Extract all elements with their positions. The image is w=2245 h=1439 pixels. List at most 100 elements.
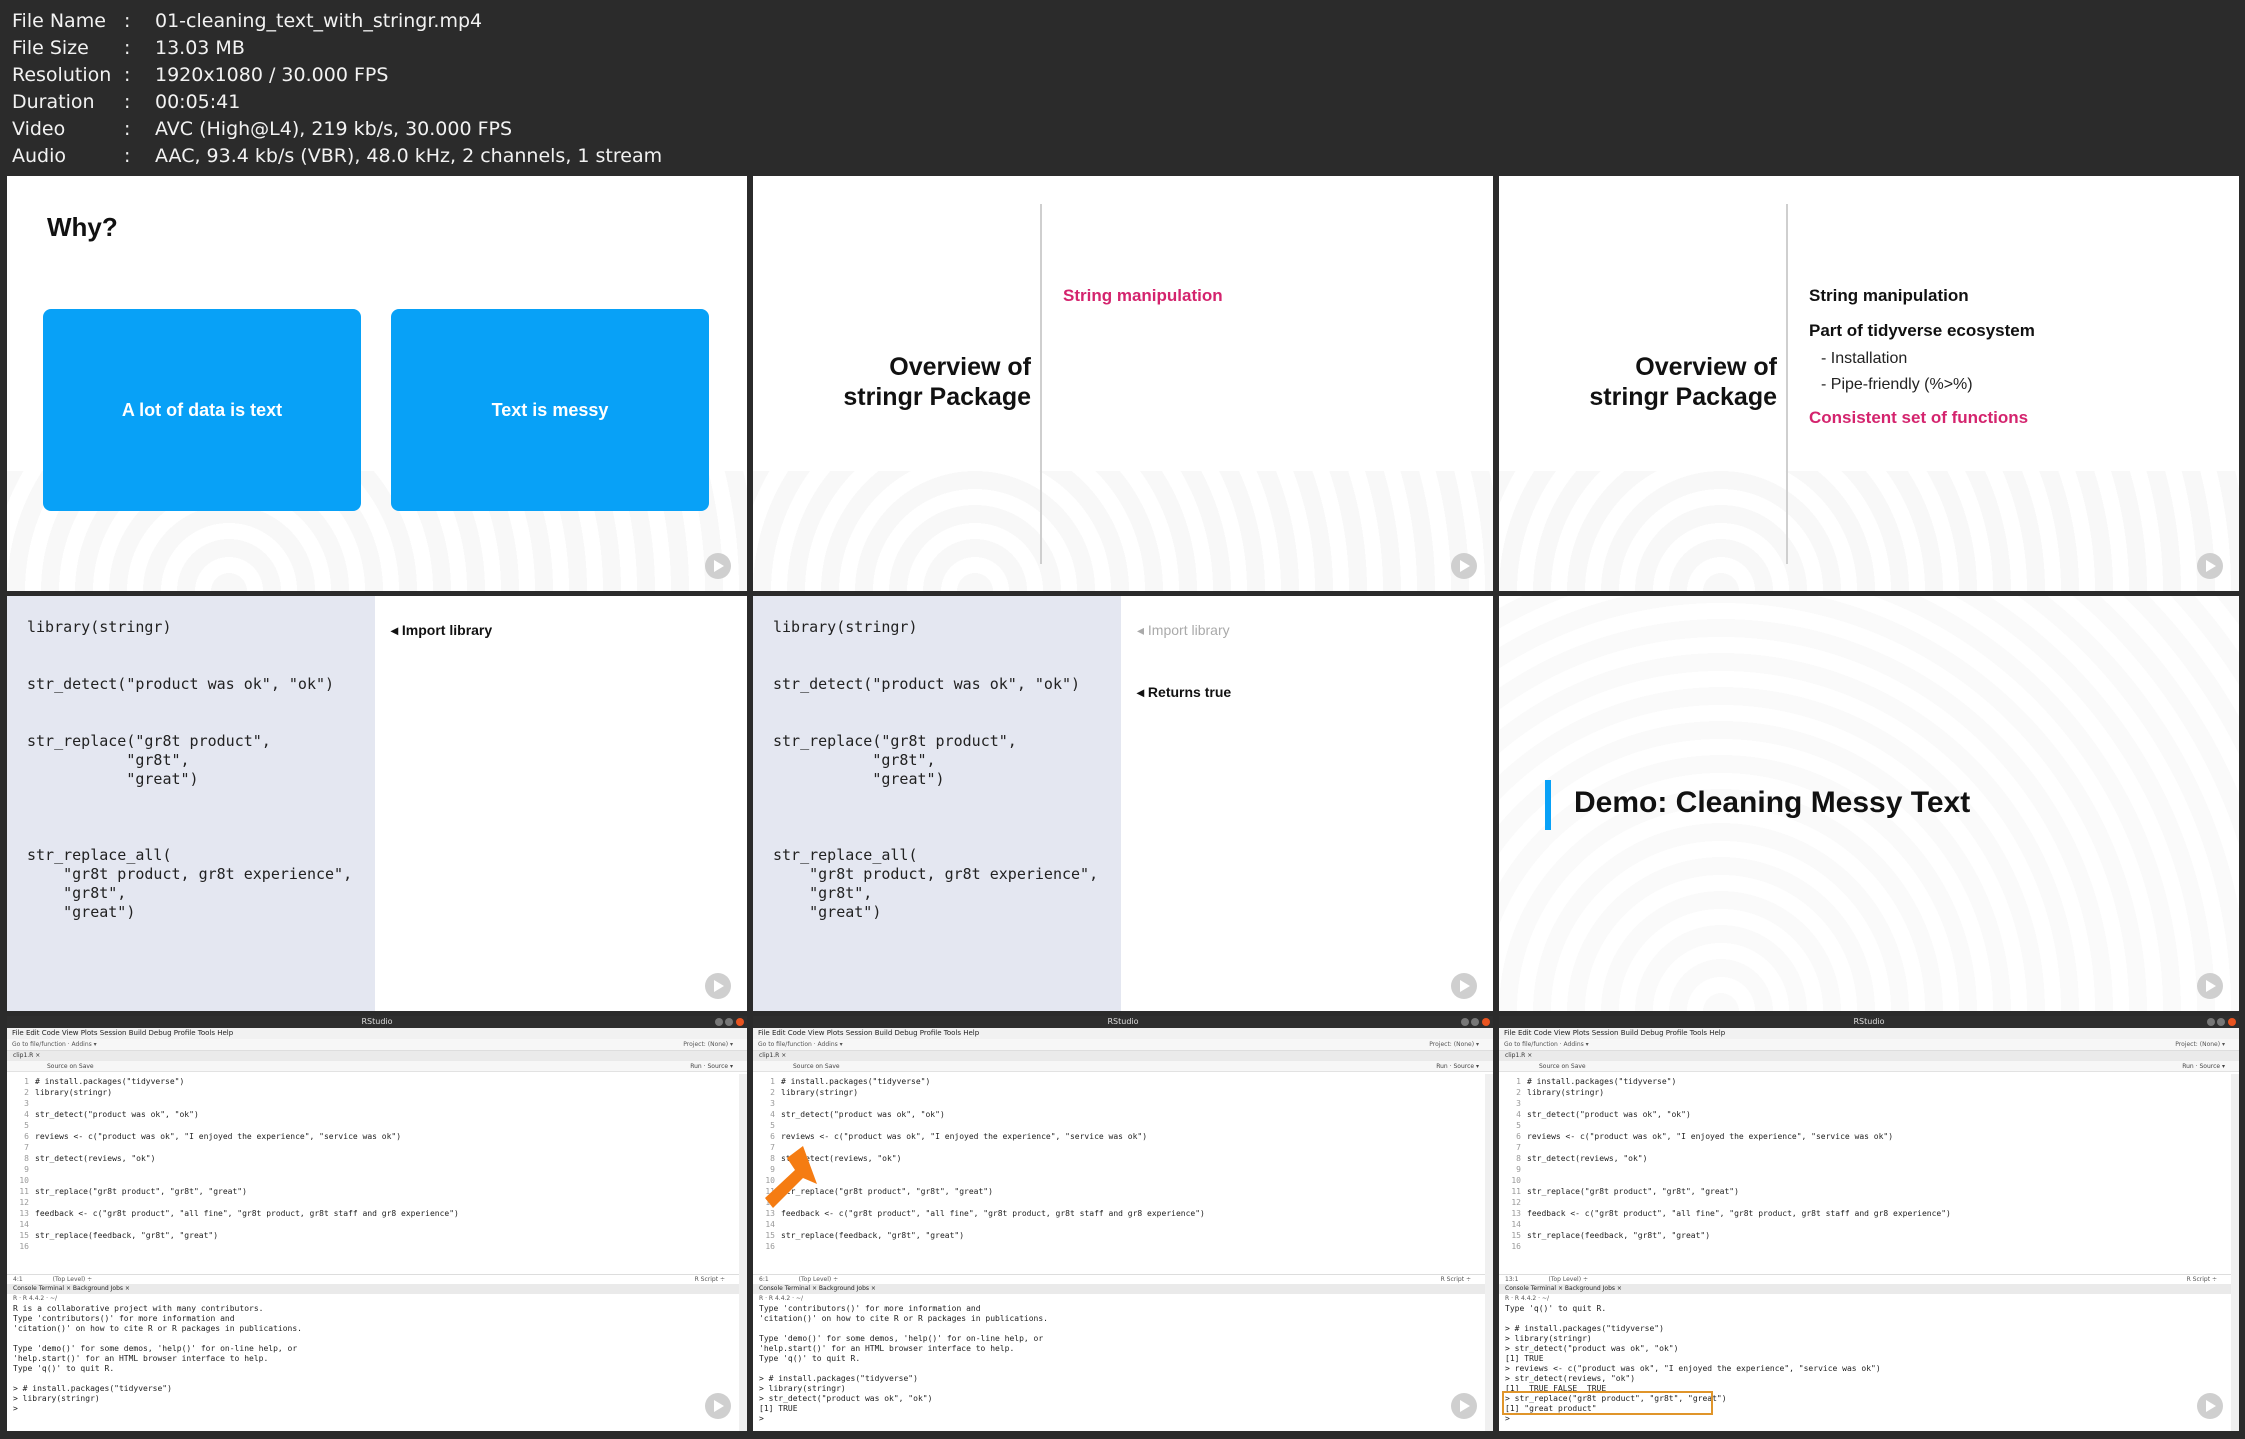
thumb-demo: Demo: Cleaning Messy Text bbox=[1499, 596, 2239, 1011]
project-menu[interactable]: Project: (None) ▾ bbox=[1429, 1039, 1493, 1051]
code-line[interactable]: str_detect("product was ok", "ok") bbox=[1527, 1109, 1691, 1120]
minimize-icon[interactable] bbox=[715, 1018, 723, 1026]
background-pattern bbox=[753, 471, 1493, 591]
console-output[interactable]: R is a collaborative project with many c… bbox=[7, 1304, 739, 1431]
code-line[interactable]: str_replace(feedback, "gr8t", "great") bbox=[781, 1230, 964, 1241]
pointer-arrow-icon bbox=[765, 1146, 817, 1208]
console-output[interactable]: Type 'contributors()' for more informati… bbox=[753, 1304, 1485, 1431]
console-tabs[interactable]: Console Terminal × Background Jobs × bbox=[7, 1284, 739, 1294]
close-icon[interactable] bbox=[1482, 1018, 1490, 1026]
line-number: 5 bbox=[1516, 1121, 1521, 1130]
run-button[interactable]: Run · Source ▾ bbox=[1436, 1061, 1479, 1072]
code-editor[interactable]: 1 # install.packages("tidyverse") 2 library… bbox=[1499, 1074, 2231, 1274]
scrollbar[interactable] bbox=[1485, 1074, 1493, 1431]
line-number: 12 bbox=[1511, 1198, 1521, 1207]
code-line[interactable]: # install.packages("tidyverse") bbox=[1527, 1076, 1676, 1087]
bullet-consistent: Consistent set of functions bbox=[1809, 408, 2029, 427]
main-toolbar[interactable]: Go to file/function · Addins ▾ Project: (… bbox=[753, 1039, 1493, 1051]
main-toolbar[interactable]: Go to file/function · Addins ▾ Project: (… bbox=[1499, 1039, 2239, 1051]
watermark-play-icon bbox=[705, 553, 731, 579]
close-icon[interactable] bbox=[736, 1018, 744, 1026]
main-toolbar[interactable]: Go to file/function · Addins ▾ Project: (… bbox=[7, 1039, 747, 1051]
line-number: 1 bbox=[24, 1077, 29, 1086]
background-pattern bbox=[1499, 471, 2239, 591]
code-line[interactable]: library(stringr) bbox=[781, 1087, 858, 1098]
code-line[interactable]: feedback <- c("gr8t product", "all fine"… bbox=[781, 1208, 1205, 1219]
output-highlight bbox=[1502, 1391, 1713, 1415]
line-number: 13 bbox=[1511, 1209, 1521, 1218]
code-line[interactable]: library(stringr) bbox=[35, 1087, 112, 1098]
window-titlebar: RStudio bbox=[7, 1016, 747, 1028]
project-menu[interactable]: Project: (None) ▾ bbox=[683, 1039, 747, 1051]
editor-toolbar[interactable]: Source on Save Run · Source ▾ bbox=[7, 1061, 747, 1072]
code-line[interactable]: library(stringr) bbox=[1527, 1087, 1604, 1098]
line-number: 6 bbox=[1516, 1132, 1521, 1141]
maximize-icon[interactable] bbox=[1471, 1018, 1479, 1026]
watermark-play-icon bbox=[1451, 1393, 1477, 1419]
console-path: R · R 4.4.2 · ~/ bbox=[1505, 1295, 1550, 1302]
menu-bar[interactable]: File Edit Code View Plots Session Build … bbox=[7, 1028, 747, 1039]
code-line[interactable]: str_replace("gr8t product", "gr8t", "gre… bbox=[1527, 1186, 1739, 1197]
line-number: 4 bbox=[1516, 1110, 1521, 1119]
console-tabs[interactable]: Console Terminal × Background Jobs × bbox=[1499, 1284, 2231, 1294]
run-button[interactable]: Run · Source ▾ bbox=[2182, 1061, 2225, 1072]
code-line[interactable]: feedback <- c("gr8t product", "all fine"… bbox=[35, 1208, 459, 1219]
menu-bar[interactable]: File Edit Code View Plots Session Build … bbox=[753, 1028, 1493, 1039]
file-metadata: File Name:01-cleaning_text_with_stringr.… bbox=[12, 8, 662, 170]
text-card: A lot of data is text bbox=[43, 309, 361, 511]
tab-clip1[interactable]: clip1.R × bbox=[753, 1051, 1493, 1061]
line-number: 3 bbox=[24, 1099, 29, 1108]
code-line[interactable]: str_replace("gr8t product", "gr8t", "gre… bbox=[35, 1186, 247, 1197]
console-tabs[interactable]: Console Terminal × Background Jobs × bbox=[753, 1284, 1485, 1294]
code-line[interactable]: feedback <- c("gr8t product", "all fine"… bbox=[1527, 1208, 1951, 1219]
watermark-play-icon bbox=[1451, 973, 1477, 999]
sub-bullet: - Installation bbox=[1821, 350, 1908, 367]
code-line[interactable]: reviews <- c("product was ok", "I enjoye… bbox=[781, 1131, 1147, 1142]
slide-title: Overview of stringr Package bbox=[843, 353, 1031, 411]
code-line[interactable]: str_detect(reviews, "ok") bbox=[35, 1153, 155, 1164]
divider bbox=[1786, 204, 1788, 564]
watermark-play-icon bbox=[705, 1393, 731, 1419]
code-line[interactable]: reviews <- c("product was ok", "I enjoye… bbox=[1527, 1131, 1893, 1142]
meta-row: Duration:00:05:41 bbox=[12, 91, 241, 113]
code-line[interactable]: str_replace(feedback, "gr8t", "great") bbox=[35, 1230, 218, 1241]
thumb-rstudio-3: RStudio File Edit Code View Plots Sessio… bbox=[1499, 1016, 2239, 1431]
editor-status: 4:1 (Top Level) ÷ R Script ÷ bbox=[7, 1274, 739, 1284]
code-line[interactable]: str_detect("product was ok", "ok") bbox=[35, 1109, 199, 1120]
code-editor[interactable]: 1 # install.packages("tidyverse") 2 library… bbox=[753, 1074, 1485, 1274]
minimize-icon[interactable] bbox=[2207, 1018, 2215, 1026]
run-button[interactable]: Run · Source ▾ bbox=[690, 1061, 733, 1072]
code-line[interactable]: reviews <- c("product was ok", "I enjoye… bbox=[35, 1131, 401, 1142]
slide-title: Why? bbox=[47, 212, 118, 242]
line-number: 16 bbox=[1511, 1242, 1521, 1251]
line-number: 14 bbox=[765, 1220, 775, 1229]
line-number: 2 bbox=[770, 1088, 775, 1097]
editor-toolbar[interactable]: Source on Save Run · Source ▾ bbox=[1499, 1061, 2239, 1072]
tab-clip1[interactable]: clip1.R × bbox=[1499, 1051, 2239, 1061]
maximize-icon[interactable] bbox=[2217, 1018, 2225, 1026]
close-icon[interactable] bbox=[2228, 1018, 2236, 1026]
line-number: 2 bbox=[1516, 1088, 1521, 1097]
code-line[interactable]: # install.packages("tidyverse") bbox=[35, 1076, 184, 1087]
scrollbar[interactable] bbox=[739, 1074, 747, 1431]
code-line[interactable]: str_replace(feedback, "gr8t", "great") bbox=[1527, 1230, 1710, 1241]
minimize-icon[interactable] bbox=[1461, 1018, 1469, 1026]
editor-status: 6:1 (Top Level) ÷ R Script ÷ bbox=[753, 1274, 1485, 1284]
line-number: 9 bbox=[24, 1165, 29, 1174]
maximize-icon[interactable] bbox=[725, 1018, 733, 1026]
window-titlebar: RStudio bbox=[1499, 1016, 2239, 1028]
watermark-play-icon bbox=[2197, 1393, 2223, 1419]
code-line[interactable]: # install.packages("tidyverse") bbox=[781, 1076, 930, 1087]
code-editor[interactable]: 1 # install.packages("tidyverse") 2 library… bbox=[7, 1074, 739, 1274]
editor-status: 13:1 (Top Level) ÷ R Script ÷ bbox=[1499, 1274, 2231, 1284]
scrollbar[interactable] bbox=[2231, 1074, 2239, 1431]
line-number: 3 bbox=[1516, 1099, 1521, 1108]
line-number: 15 bbox=[1511, 1231, 1521, 1240]
project-menu[interactable]: Project: (None) ▾ bbox=[2175, 1039, 2239, 1051]
code-line[interactable]: str_detect(reviews, "ok") bbox=[1527, 1153, 1647, 1164]
tab-clip1[interactable]: clip1.R × bbox=[7, 1051, 747, 1061]
editor-toolbar[interactable]: Source on Save Run · Source ▾ bbox=[753, 1061, 1493, 1072]
code-line[interactable]: str_detect("product was ok", "ok") bbox=[781, 1109, 945, 1120]
slide-title: Overview of stringr Package bbox=[1589, 353, 1777, 411]
menu-bar[interactable]: File Edit Code View Plots Session Build … bbox=[1499, 1028, 2239, 1039]
